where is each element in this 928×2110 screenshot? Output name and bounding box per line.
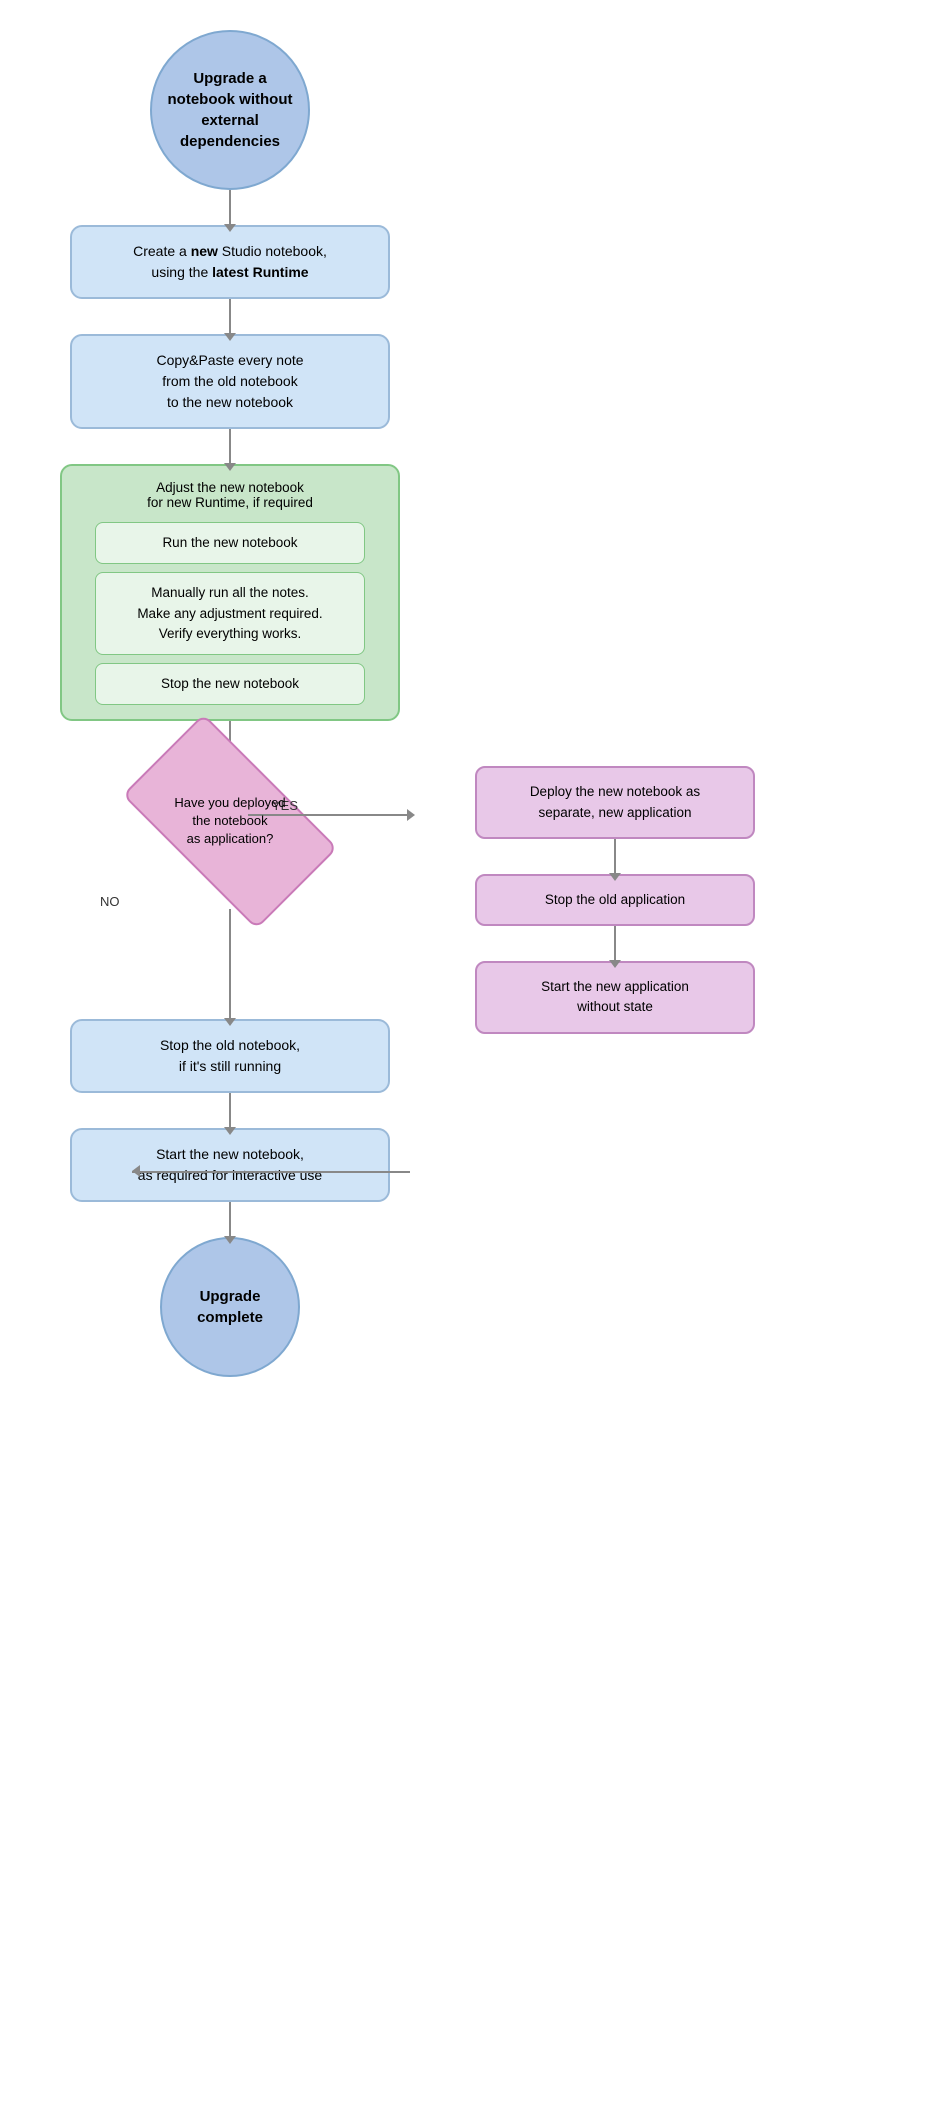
- stop-new-notebook-node: Stop the new notebook: [95, 663, 365, 705]
- run-notebook-node: Run the new notebook: [95, 522, 365, 564]
- deploy-label: Deploy the new notebook asseparate, new …: [530, 784, 700, 819]
- no-label: NO: [100, 894, 120, 909]
- decision-text: Have you deployedthe notebookas applicat…: [164, 794, 295, 849]
- start-new-app-label: Start the new applicationwithout state: [541, 979, 689, 1014]
- step3-title: Adjust the new notebookfor new Runtime, …: [147, 480, 313, 510]
- step2-node: Copy&Paste every notefrom the old notebo…: [70, 334, 390, 429]
- arrow-no: [229, 909, 231, 1019]
- arrow-2: [229, 299, 231, 334]
- step1-node: Create a new Studio notebook,using the l…: [70, 225, 390, 299]
- arrow-5: [229, 1093, 231, 1128]
- stop-old-notebook-node: Stop the old notebook,if it's still runn…: [70, 1019, 390, 1093]
- branch-right: Deploy the new notebook asseparate, new …: [450, 766, 780, 1033]
- manually-run-node: Manually run all the notes.Make any adju…: [95, 572, 365, 655]
- start-new-app-node: Start the new applicationwithout state: [475, 961, 755, 1034]
- arrow-6: [229, 1202, 231, 1237]
- step1-label: Create a new Studio notebook,using the l…: [133, 243, 327, 280]
- stop-old-app-label: Stop the old application: [545, 892, 685, 907]
- flowchart: Upgrade a notebook without external depe…: [0, 0, 928, 1407]
- start-node: Upgrade a notebook without external depe…: [150, 30, 310, 190]
- arrow-r1: [614, 839, 616, 874]
- arrow-3: [229, 429, 231, 464]
- manually-run-label: Manually run all the notes.Make any adju…: [137, 585, 322, 641]
- decision-diamond: Have you deployedthe notebookas applicat…: [120, 756, 340, 886]
- stop-old-notebook-label: Stop the old notebook,if it's still runn…: [160, 1037, 300, 1074]
- end-node: Upgradecomplete: [160, 1237, 300, 1377]
- arrow-1: [229, 190, 231, 225]
- branch-left: Have you deployedthe notebookas applicat…: [40, 756, 420, 1377]
- left-arrow-head: [132, 1165, 140, 1177]
- step3-group: Adjust the new notebookfor new Runtime, …: [60, 464, 400, 721]
- deploy-node: Deploy the new notebook asseparate, new …: [475, 766, 755, 839]
- arrow-r2: [614, 926, 616, 961]
- start-new-notebook-node: Start the new notebook,as required for i…: [70, 1128, 390, 1202]
- end-label: Upgradecomplete: [197, 1286, 263, 1328]
- step2-label: Copy&Paste every notefrom the old notebo…: [156, 352, 303, 410]
- stop-old-app-node: Stop the old application: [475, 874, 755, 926]
- branch-section: Have you deployedthe notebookas applicat…: [20, 756, 908, 1377]
- run-notebook-label: Run the new notebook: [162, 535, 297, 550]
- start-new-notebook-label: Start the new notebook,as required for i…: [138, 1146, 322, 1183]
- left-arrow-connector: [132, 1171, 410, 1173]
- stop-new-notebook-label: Stop the new notebook: [161, 676, 299, 691]
- start-label: Upgrade a notebook without external depe…: [167, 68, 293, 152]
